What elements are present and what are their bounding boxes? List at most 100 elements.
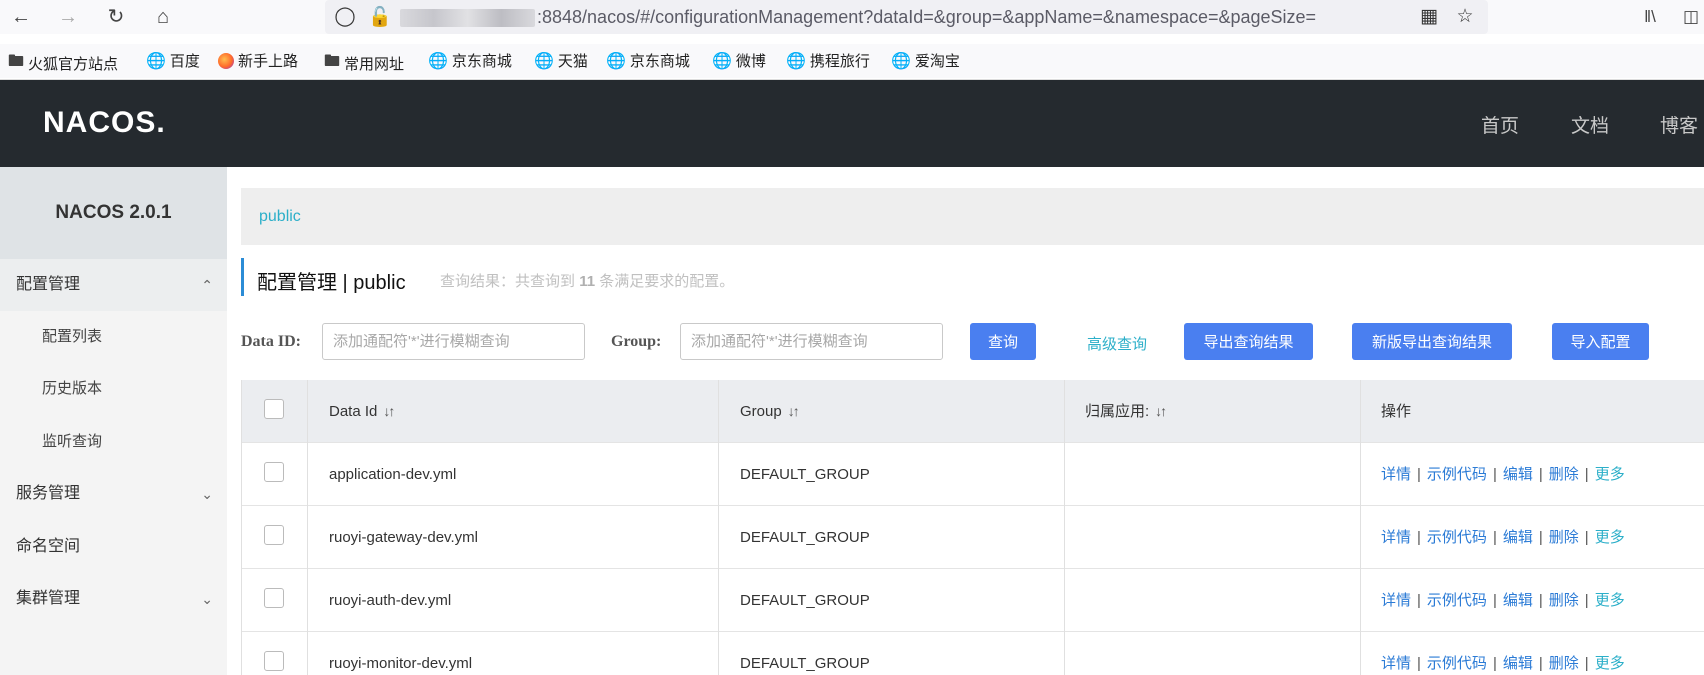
sample-code-link[interactable]: 示例代码 xyxy=(1427,529,1487,546)
namespace-bar: public xyxy=(241,188,1704,245)
back-icon[interactable]: ← xyxy=(8,4,34,30)
bookmark-item[interactable]: 🌐 天猫 xyxy=(534,50,588,71)
sort-icon[interactable]: ↓↑ xyxy=(1155,403,1167,419)
detail-link[interactable]: 详情 xyxy=(1381,529,1411,546)
globe-icon: 🌐 xyxy=(146,52,166,70)
globe-icon: 🌐 xyxy=(891,52,911,70)
select-all-checkbox[interactable] xyxy=(264,399,284,419)
more-link[interactable]: 更多 xyxy=(1595,529,1625,546)
dataid-search-input[interactable] xyxy=(322,323,585,360)
sample-code-link[interactable]: 示例代码 xyxy=(1427,592,1487,609)
delete-link[interactable]: 删除 xyxy=(1549,466,1579,483)
result-count: 11 xyxy=(579,273,596,290)
query-button[interactable]: 查询 xyxy=(970,323,1036,360)
forward-icon[interactable]: → xyxy=(55,4,81,30)
delete-link[interactable]: 删除 xyxy=(1549,592,1579,609)
sidebar-item-cluster-management[interactable]: 集群管理 ⌄ xyxy=(0,573,227,625)
row-actions: 详情 | 示例代码 | 编辑 | 删除 | 更多 xyxy=(1381,655,1625,672)
row-checkbox[interactable] xyxy=(264,588,284,608)
bookmark-item[interactable]: 🌐 携程旅行 xyxy=(786,50,870,71)
sidebar-item-listener-query[interactable]: 监听查询 xyxy=(0,416,227,468)
library-icon[interactable]: ‖\ xyxy=(1637,4,1663,30)
sort-icon[interactable]: ↓↑ xyxy=(788,403,800,419)
query-result-hint: 查询结果：共查询到 11 条满足要求的配置。 xyxy=(440,273,735,290)
nav-home[interactable]: 首页 xyxy=(1481,111,1519,138)
table-header: Data Id ↓↑ Group ↓↑ 归属应用: ↓↑ 操作 xyxy=(242,380,1704,443)
edit-link[interactable]: 编辑 xyxy=(1503,529,1533,546)
sample-code-link[interactable]: 示例代码 xyxy=(1427,466,1487,483)
bookmark-star-icon[interactable]: ☆ xyxy=(1453,5,1477,28)
bookmark-item[interactable]: 🌐 爱淘宝 xyxy=(891,50,960,71)
bookmark-item[interactable]: 🌐 京东商城 xyxy=(428,50,512,71)
edit-link[interactable]: 编辑 xyxy=(1503,466,1533,483)
namespace-public-link[interactable]: public xyxy=(259,208,301,226)
page-title: 配置管理 | public xyxy=(257,272,406,294)
bookmarks-bar: 🖿 火狐官方站点 🌐 百度 新手上路 🖿 常用网址 🌐 京东商城 🌐 天猫 🌐 京东商城 🌐… xyxy=(0,44,1704,78)
reload-icon[interactable]: ↻ xyxy=(103,4,129,30)
row-actions: 详情 | 示例代码 | 编辑 | 删除 | 更多 xyxy=(1381,466,1625,483)
row-checkbox[interactable] xyxy=(264,462,284,482)
qr-code-icon[interactable]: ▦ xyxy=(1417,5,1441,28)
new-export-results-button[interactable]: 新版导出查询结果 xyxy=(1352,323,1512,360)
row-actions: 详情 | 示例代码 | 编辑 | 删除 | 更多 xyxy=(1381,592,1625,609)
firefox-icon xyxy=(218,52,234,69)
chevron-down-icon: ⌄ xyxy=(201,486,213,502)
more-link[interactable]: 更多 xyxy=(1595,655,1625,672)
import-config-button[interactable]: 导入配置 xyxy=(1552,323,1649,360)
sidebar-item-namespace[interactable]: 命名空间 xyxy=(0,521,227,573)
config-table: Data Id ↓↑ Group ↓↑ 归属应用: ↓↑ 操作 application… xyxy=(241,380,1704,675)
detail-link[interactable]: 详情 xyxy=(1381,466,1411,483)
chevron-up-icon: ⌃ xyxy=(201,277,213,293)
detail-link[interactable]: 详情 xyxy=(1381,655,1411,672)
nacos-logo[interactable]: NACOS. xyxy=(43,106,166,140)
table-row: ruoyi-gateway-dev.yml DEFAULT_GROUP 详情 | 示… xyxy=(242,506,1704,569)
cell-data-id: application-dev.yml xyxy=(329,466,457,483)
advanced-query-link[interactable]: 高级查询 xyxy=(1087,333,1147,354)
col-data-id[interactable]: Data Id ↓↑ xyxy=(329,380,395,443)
dataid-label: Data ID: xyxy=(241,333,301,350)
row-checkbox[interactable] xyxy=(264,651,284,671)
bookmark-item[interactable]: 🌐 百度 xyxy=(146,50,200,71)
sidebar-item-service-management[interactable]: 服务管理 ⌄ xyxy=(0,468,227,520)
shield-icon[interactable]: ◯ xyxy=(333,5,357,28)
folder-icon: 🖿 xyxy=(324,53,341,70)
export-results-button[interactable]: 导出查询结果 xyxy=(1184,323,1313,360)
delete-link[interactable]: 删除 xyxy=(1549,655,1579,672)
bookmark-item[interactable]: 🖿 常用网址 xyxy=(324,50,404,77)
detail-link[interactable]: 详情 xyxy=(1381,592,1411,609)
address-bar[interactable]: ◯ 🔓 :8848/nacos/#/configurationManagemen… xyxy=(325,0,1488,34)
folder-icon: 🖿 xyxy=(8,53,25,70)
sort-icon[interactable]: ↓↑ xyxy=(383,403,395,419)
bookmark-item[interactable]: 🌐 京东商城 xyxy=(606,50,690,71)
sidebar-item-config-management[interactable]: 配置管理 ⌃ xyxy=(0,259,227,311)
url-text[interactable]: :8848/nacos/#/configurationManagement?da… xyxy=(537,7,1337,28)
nav-docs[interactable]: 文档 xyxy=(1571,111,1609,138)
globe-icon: 🌐 xyxy=(428,52,448,70)
group-label: Group: xyxy=(611,333,662,350)
sidebar-item-config-list[interactable]: 配置列表 xyxy=(0,311,227,363)
globe-icon: 🌐 xyxy=(606,52,626,70)
nav-blog[interactable]: 博客 xyxy=(1660,111,1698,138)
insecure-lock-icon[interactable]: 🔓 xyxy=(368,5,392,29)
globe-icon: 🌐 xyxy=(534,52,554,70)
browser-toolbar: ← → ↻ ⌂ ◯ 🔓 :8848/nacos/#/configurationM… xyxy=(0,0,1704,34)
home-icon[interactable]: ⌂ xyxy=(150,4,176,30)
delete-link[interactable]: 删除 xyxy=(1549,529,1579,546)
cell-data-id: ruoyi-auth-dev.yml xyxy=(329,592,452,609)
title-accent xyxy=(241,258,244,296)
row-checkbox[interactable] xyxy=(264,525,284,545)
bookmark-item[interactable]: 🌐 微博 xyxy=(712,50,766,71)
version-title: NACOS 2.0.1 xyxy=(0,167,227,259)
bookmark-item[interactable]: 新手上路 xyxy=(218,50,298,71)
bookmark-item[interactable]: 🖿 火狐官方站点 xyxy=(8,50,118,77)
more-link[interactable]: 更多 xyxy=(1595,466,1625,483)
sidebar-toggle-icon[interactable]: ◫ xyxy=(1678,4,1704,30)
sample-code-link[interactable]: 示例代码 xyxy=(1427,655,1487,672)
edit-link[interactable]: 编辑 xyxy=(1503,592,1533,609)
more-link[interactable]: 更多 xyxy=(1595,592,1625,609)
col-group[interactable]: Group ↓↑ xyxy=(740,380,800,443)
col-app[interactable]: 归属应用: ↓↑ xyxy=(1085,380,1167,443)
sidebar-item-history[interactable]: 历史版本 xyxy=(0,363,227,415)
edit-link[interactable]: 编辑 xyxy=(1503,655,1533,672)
group-search-input[interactable] xyxy=(680,323,943,360)
